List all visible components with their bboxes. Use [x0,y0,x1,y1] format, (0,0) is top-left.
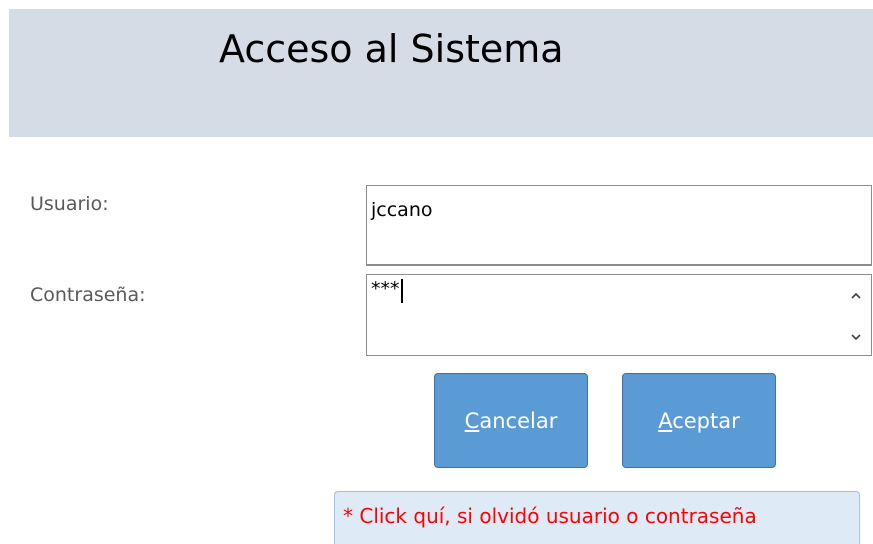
login-window: Acceso al Sistema Usuario: jccano Contra… [0,0,873,544]
chevron-down-icon[interactable] [850,331,862,343]
password-field[interactable]: *** [366,274,872,356]
text-caret [400,279,403,303]
password-value: *** [371,279,403,303]
chevron-up-icon[interactable] [850,290,862,302]
accept-label-rest: ceptar [672,408,740,433]
cancel-label-rest: ancelar [479,408,558,433]
cancel-button-label: Cancelar [465,409,558,433]
cancel-access-key: C [464,408,480,433]
username-value: jccano [371,199,433,221]
username-label: Usuario: [30,193,109,215]
username-field[interactable]: jccano [366,185,872,266]
password-label: Contraseña: [30,284,146,306]
page-title: Acceso al Sistema [219,27,564,71]
accept-access-key: A [658,408,673,433]
header-band: Acceso al Sistema [9,9,873,137]
forgot-credentials-link[interactable]: * Click quí, si olvidó usuario o contras… [334,491,860,544]
accept-button[interactable]: Aceptar [622,373,776,468]
accept-button-label: Aceptar [658,409,740,433]
cancel-button[interactable]: Cancelar [434,373,588,468]
password-masked-text: *** [371,278,400,300]
password-scrollbar[interactable] [841,275,871,355]
